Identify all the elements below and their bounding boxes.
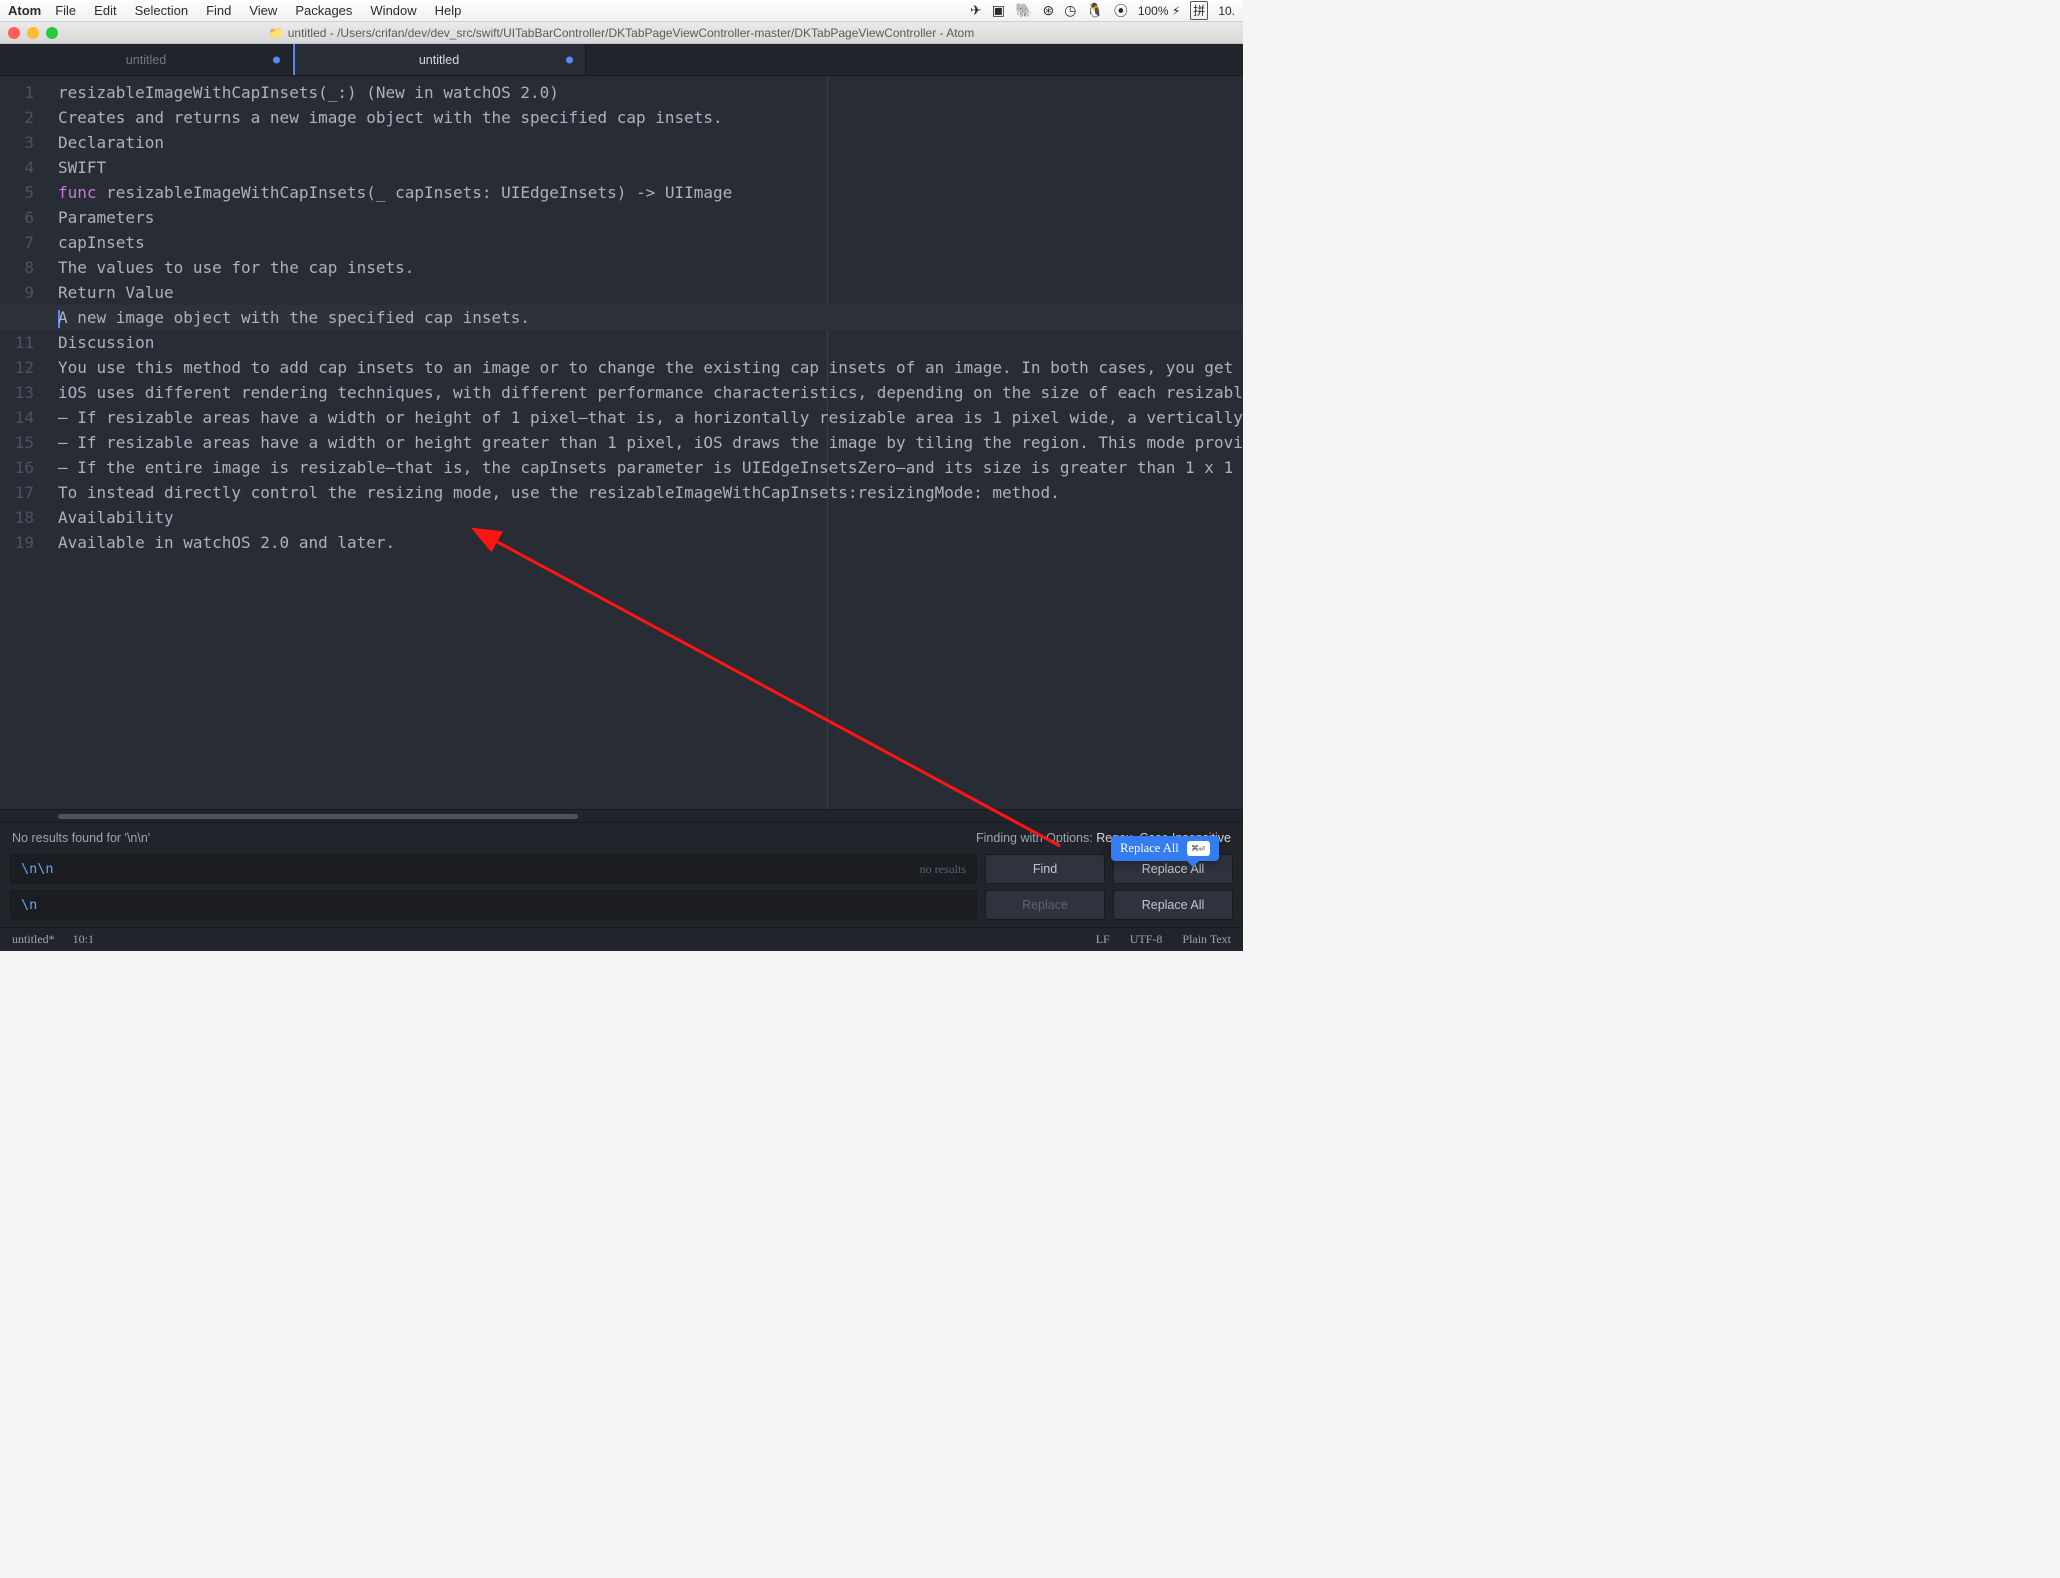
window-close-button[interactable]: [8, 27, 20, 39]
status-encoding[interactable]: UTF-8: [1130, 932, 1163, 947]
find-input[interactable]: \n\n no results: [10, 854, 977, 884]
camera-icon[interactable]: ▣: [992, 2, 1005, 19]
vpn-icon[interactable]: ⊛: [1042, 2, 1054, 19]
line-number: 11: [0, 330, 34, 355]
tab-label: untitled: [126, 53, 166, 67]
find-button[interactable]: Find: [985, 854, 1105, 884]
code-line: Parameters: [58, 205, 1243, 230]
qq-icon[interactable]: 🐧: [1086, 2, 1103, 19]
modified-dot-icon: [273, 56, 280, 63]
macos-menubar: Atom File Edit Selection Find View Packa…: [0, 0, 1243, 22]
menubar-item-view[interactable]: View: [249, 3, 277, 18]
menubar-item-help[interactable]: Help: [435, 3, 462, 18]
window-zoom-button[interactable]: [46, 27, 58, 39]
window-title: 📁untitled - /Users/crifan/dev/dev_src/sw…: [0, 26, 1243, 40]
find-replace-panel: No results found for '\n\n' Finding with…: [0, 822, 1243, 927]
text-editor[interactable]: 12345678910111213141516171819 resizableI…: [0, 76, 1243, 809]
window-titlebar: 📁untitled - /Users/crifan/dev/dev_src/sw…: [0, 22, 1243, 44]
menubar-app-name: Atom: [8, 3, 41, 18]
find-result-count: no results: [920, 862, 966, 877]
gutter: 12345678910111213141516171819: [0, 76, 48, 809]
menubar-clock[interactable]: 10.: [1218, 4, 1235, 18]
replace-button[interactable]: Replace: [985, 890, 1105, 920]
scrollbar-thumb[interactable]: [58, 814, 578, 819]
code-line: Available in watchOS 2.0 and later.: [58, 530, 1243, 555]
tab-bar: untitled untitled: [0, 44, 1243, 76]
replace-input-value: \n: [21, 897, 37, 913]
tab-untitled-1[interactable]: untitled: [0, 44, 293, 75]
menubar-item-file[interactable]: File: [55, 3, 76, 18]
folder-icon: 📁: [269, 26, 284, 40]
find-input-value: \n\n: [21, 861, 54, 877]
line-number: 16: [0, 455, 34, 480]
code-line: Discussion: [58, 330, 1243, 355]
code-line: To instead directly control the resizing…: [58, 480, 1243, 505]
battery-status[interactable]: 100% ⚡︎: [1138, 4, 1180, 18]
code-line: – If the entire image is resizable—that …: [58, 455, 1243, 480]
code-line: – If resizable areas have a width or hei…: [58, 430, 1243, 455]
code-line: Availability: [58, 505, 1243, 530]
code-line: A new image object with the specified ca…: [58, 305, 1243, 330]
find-status-text: No results found for '\n\n': [12, 831, 150, 845]
line-number: 18: [0, 505, 34, 530]
window-minimize-button[interactable]: [27, 27, 39, 39]
sync-icon[interactable]: ◷: [1064, 2, 1076, 19]
menubar-item-packages[interactable]: Packages: [295, 3, 352, 18]
horizontal-scrollbar[interactable]: [0, 809, 1243, 822]
line-number: 15: [0, 430, 34, 455]
wifi-icon[interactable]: ⦿: [1114, 1, 1128, 21]
line-number: 12: [0, 355, 34, 380]
evernote-icon[interactable]: 🐘: [1015, 2, 1032, 19]
status-file[interactable]: untitled*: [12, 932, 55, 947]
status-bar: untitled* 10:1 LF UTF-8 Plain Text: [0, 927, 1243, 951]
line-number: 14: [0, 405, 34, 430]
modified-dot-icon: [566, 56, 573, 63]
code-line: Return Value: [58, 280, 1243, 305]
code-line: capInsets: [58, 230, 1243, 255]
code-line: resizableImageWithCapInsets(_:) (New in …: [58, 80, 1243, 105]
menubar-item-window[interactable]: Window: [370, 3, 416, 18]
line-number: 2: [0, 105, 34, 130]
line-number: 1: [0, 80, 34, 105]
text-cursor: [58, 310, 60, 328]
code-line: – If resizable areas have a width or hei…: [58, 405, 1243, 430]
line-number: 6: [0, 205, 34, 230]
code-line: The values to use for the cap insets.: [58, 255, 1243, 280]
tab-label: untitled: [419, 53, 459, 67]
tooltip-replace-all: Replace All ⌘⏎: [1111, 836, 1219, 861]
tooltip-label: Replace All: [1120, 841, 1179, 856]
code-line: func resizableImageWithCapInsets(_ capIn…: [58, 180, 1243, 205]
line-number: 5: [0, 180, 34, 205]
menubar-item-selection[interactable]: Selection: [135, 3, 188, 18]
code-area[interactable]: resizableImageWithCapInsets(_:) (New in …: [48, 76, 1243, 809]
status-eol[interactable]: LF: [1096, 932, 1110, 947]
line-number: 7: [0, 230, 34, 255]
line-number: 8: [0, 255, 34, 280]
ime-indicator[interactable]: 拼: [1190, 1, 1208, 20]
line-number: 9: [0, 280, 34, 305]
tab-untitled-2[interactable]: untitled: [293, 44, 586, 75]
menubar-item-find[interactable]: Find: [206, 3, 231, 18]
status-cursor-position[interactable]: 10:1: [73, 932, 94, 947]
line-number: 17: [0, 480, 34, 505]
code-line: Declaration: [58, 130, 1243, 155]
code-line: You use this method to add cap insets to…: [58, 355, 1243, 380]
status-grammar[interactable]: Plain Text: [1182, 932, 1231, 947]
line-number: 4: [0, 155, 34, 180]
line-number: 19: [0, 530, 34, 555]
replace-input[interactable]: \n: [10, 890, 977, 920]
tooltip-shortcut: ⌘⏎: [1187, 841, 1210, 856]
code-line: iOS uses different rendering techniques,…: [58, 380, 1243, 405]
paper-plane-icon[interactable]: ✈︎: [970, 2, 982, 19]
replace-all-button[interactable]: Replace All: [1113, 890, 1233, 920]
menubar-item-edit[interactable]: Edit: [94, 3, 116, 18]
line-number: 13: [0, 380, 34, 405]
code-line: SWIFT: [58, 155, 1243, 180]
line-number: 3: [0, 130, 34, 155]
code-line: Creates and returns a new image object w…: [58, 105, 1243, 130]
